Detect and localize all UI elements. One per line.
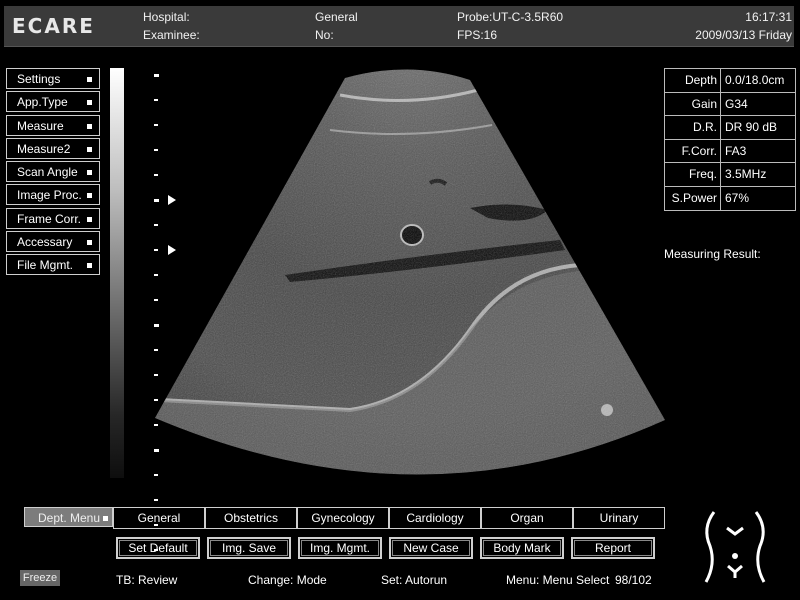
img-mgmt-button[interactable]: Img. Mgmt. [298, 537, 382, 559]
depth-tick [154, 149, 158, 151]
depth-tick [154, 274, 158, 276]
depth-tick [154, 399, 158, 401]
set-default-button[interactable]: Set Default [116, 537, 200, 559]
param-sound-power: S.Power 67% [665, 186, 795, 210]
param-label: Depth [665, 69, 721, 92]
depth-tick [154, 424, 158, 426]
department-tabs: Dept. Menu General Obstetrics Gynecology… [24, 507, 665, 529]
tab-cardiology[interactable]: Cardiology [389, 507, 481, 529]
param-value: G34 [725, 96, 748, 111]
tab-gynecology[interactable]: Gynecology [297, 507, 389, 529]
tb-hint: TB: Review [116, 573, 178, 587]
parameters-panel: Depth 0.0/18.0cm Gain G34 D.R. DR 90 dB F.C… [664, 68, 796, 211]
param-label: Gain [665, 92, 721, 116]
change-hint: Change: Mode [248, 573, 327, 587]
param-label: F.Corr. [665, 139, 721, 163]
depth-tick [154, 199, 159, 202]
depth-tick [154, 349, 158, 351]
dept-menu-button[interactable]: Dept. Menu [24, 507, 113, 527]
depth-tick [154, 224, 158, 226]
dept-menu-label: Dept. Menu [38, 511, 101, 525]
depth-tick [154, 174, 158, 176]
report-button[interactable]: Report [571, 537, 655, 559]
param-frequency: Freq. 3.5MHz [665, 163, 795, 187]
freeze-button[interactable]: Freeze [20, 570, 60, 586]
param-frame-corr: F.Corr. FA3 [665, 139, 795, 164]
param-value: 0.0/18.0cm [725, 73, 785, 87]
param-value: FA3 [725, 143, 747, 158]
menu-hint: Menu: Menu Select [506, 573, 610, 587]
menu-counter: 98/102 [615, 573, 652, 587]
set-hint: Set: Autorun [381, 573, 448, 587]
param-value: DR 90 dB [725, 120, 778, 135]
depth-tick [154, 74, 159, 77]
param-value: 3.5MHz [725, 167, 767, 182]
measuring-result-label: Measuring Result: [664, 247, 761, 261]
depth-tick [154, 374, 158, 376]
param-gain: Gain G34 [665, 92, 795, 117]
body-mark-button[interactable]: Body Mark [480, 537, 564, 559]
action-buttons: Set Default Img. Save Img. Mgmt. New Cas… [116, 537, 662, 559]
img-save-button[interactable]: Img. Save [207, 537, 291, 559]
triangle-right-icon [168, 195, 176, 205]
depth-tick [154, 499, 158, 501]
abdomen-bodymark-icon [704, 511, 766, 583]
depth-tick [154, 474, 158, 476]
depth-tick [154, 124, 158, 126]
param-depth: Depth 0.0/18.0cm [665, 69, 795, 93]
triangle-right-icon [168, 245, 176, 255]
tab-general[interactable]: General [113, 507, 205, 529]
param-label: Freq. [665, 163, 721, 186]
tab-obstetrics[interactable]: Obstetrics [205, 507, 297, 529]
param-value: 67% [725, 190, 750, 205]
depth-tick [154, 99, 158, 101]
depth-tick [154, 324, 159, 327]
depth-tick [154, 449, 159, 452]
depth-tick [154, 299, 158, 301]
depth-tick [154, 249, 158, 251]
tab-organ[interactable]: Organ [481, 507, 573, 529]
param-label: D.R. [665, 116, 721, 139]
new-case-button[interactable]: New Case [389, 537, 473, 559]
square-bullet-icon [103, 516, 108, 521]
tab-urinary[interactable]: Urinary [573, 507, 665, 529]
param-dynamic-range: D.R. DR 90 dB [665, 116, 795, 140]
param-label: S.Power [665, 186, 721, 210]
